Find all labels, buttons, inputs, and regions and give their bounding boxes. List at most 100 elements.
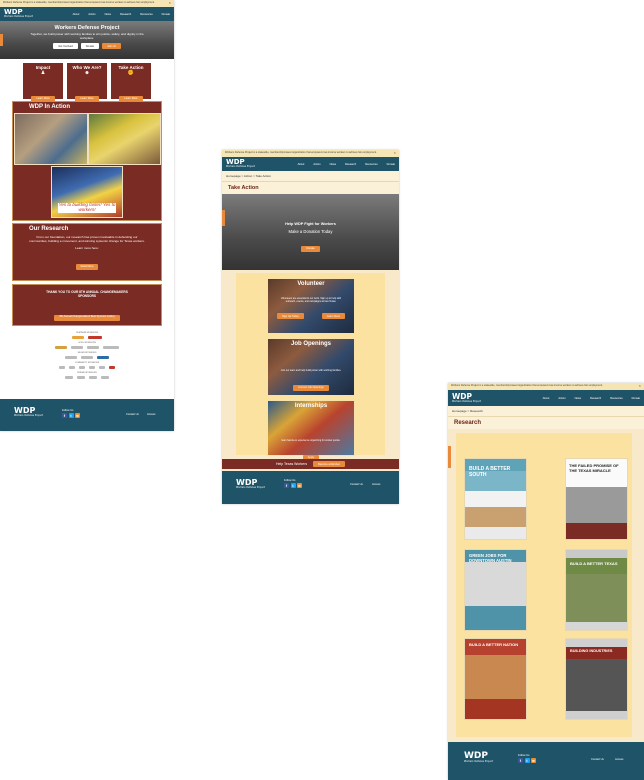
nav-item-action[interactable]: Action: [558, 397, 565, 400]
sponsors-button[interactable]: 8th Annual Changemakers Best Sponsor Lis…: [54, 314, 120, 321]
main-nav: WDP Workers Defense Project About Action Ne…: [222, 157, 399, 171]
nav-links: About Action News Research Resources Donate: [289, 163, 395, 166]
twitter-icon[interactable]: t: [524, 758, 530, 763]
report-build-a-better-texas[interactable]: BUILD A BETTER TEXAS: [565, 549, 628, 631]
nav-item-news[interactable]: News: [105, 13, 112, 16]
job-openings-button[interactable]: Current Job Openings: [293, 384, 329, 391]
footer-logo[interactable]: WDP Workers Defense Project: [464, 752, 493, 763]
hero-title: Workers Defense Project: [54, 25, 120, 31]
logo[interactable]: WDP Workers Defense Project: [226, 159, 255, 168]
page-title: Take Action: [222, 182, 399, 194]
feedback-tab[interactable]: [448, 446, 451, 468]
nav-item-donate[interactable]: Donate: [387, 163, 395, 166]
job-openings-card: Job Openings Join our team and help buil…: [267, 338, 355, 396]
photo-rally: [88, 113, 161, 165]
footer-contact-link[interactable]: Contact Us: [126, 413, 139, 416]
report-failed-promise-texas-miracle[interactable]: THE FAILED PROMISE OF THE TEXAS MIRACLE: [565, 458, 628, 540]
sign-text: Yes to building faster! Yes to workers!: [58, 202, 116, 213]
report-build-a-better-nation[interactable]: BUILD A BETTER NATION: [464, 638, 527, 720]
research-title: Our Research: [29, 226, 69, 232]
take-action-hero: Help WDP Fight for Workers Make a Donati…: [222, 194, 399, 270]
facebook-icon[interactable]: f: [62, 413, 67, 418]
hero-donate-button[interactable]: Donate: [301, 245, 320, 252]
report-green-jobs-downtown-austin[interactable]: GREEN JOBS FOR DOWNTOWN AUSTIN: [464, 549, 527, 631]
footer-access-link[interactable]: Access: [615, 758, 623, 761]
nav-item-resources[interactable]: Resources: [610, 397, 622, 400]
follow-label: Follow Us: [62, 409, 74, 412]
footer: WDP Workers Defense Project Follow Us f t…: [222, 471, 399, 504]
nav-item-donate[interactable]: Donate: [632, 397, 640, 400]
twitter-icon[interactable]: t: [68, 413, 74, 418]
nav-item-research[interactable]: Research: [345, 163, 356, 166]
close-icon[interactable]: ×: [169, 0, 171, 5]
main-nav: WDP Workers Defense Project About Action Ne…: [0, 7, 174, 21]
in-action-title: WDP In Action: [29, 104, 70, 110]
twitter-icon[interactable]: t: [290, 483, 296, 488]
notice-bar: Workers Defense Project is a statewide, …: [222, 150, 399, 157]
notice-bar: Workers Defense Project is a statewide, …: [0, 0, 174, 7]
page-title: Research: [448, 417, 644, 429]
nav-item-news[interactable]: News: [575, 397, 582, 400]
logo[interactable]: WDP Workers Defense Project: [4, 9, 33, 18]
member-banner: Help Texas Workers Become a Member: [222, 459, 399, 469]
home-feature-cards: Impact ♟ Learn More Who We Are? ☻ Learn …: [0, 63, 174, 102]
rss-icon[interactable]: ≋: [297, 483, 302, 488]
volunteer-card: Volunteer Volunteers are essential to ou…: [267, 278, 355, 334]
feedback-tab[interactable]: [222, 210, 225, 226]
card-impact: Impact ♟ Learn More: [23, 63, 63, 102]
research-read-button[interactable]: Read More: [75, 263, 99, 270]
nav-item-about[interactable]: About: [543, 397, 550, 400]
photo-protest: [14, 113, 88, 165]
hero-button-donate[interactable]: Donate: [80, 43, 100, 50]
hero-button-join[interactable]: Join Us: [102, 43, 121, 50]
nav-item-research[interactable]: Research: [120, 13, 131, 16]
nav-item-research[interactable]: Research: [590, 397, 601, 400]
footer-contact-link[interactable]: Contact Us: [591, 758, 604, 761]
research-section: Our Research From our foundation, our re…: [12, 223, 162, 281]
footer-access-link[interactable]: Access: [372, 483, 380, 486]
research-text: From our foundation, our research has pr…: [29, 235, 145, 244]
hero-line-1: Help WDP Fight for Workers: [285, 222, 336, 226]
nav-links: About Action News Research Resources Donate: [64, 13, 170, 16]
logo[interactable]: WDP Workers Defense Project: [452, 393, 481, 403]
facebook-icon[interactable]: f: [284, 483, 289, 488]
close-icon[interactable]: ×: [394, 150, 396, 155]
nav-item-about[interactable]: About: [298, 163, 305, 166]
nav-item-news[interactable]: News: [330, 163, 337, 166]
volunteer-signup-button[interactable]: Sign Up Today: [276, 313, 304, 320]
nav-item-about[interactable]: About: [73, 13, 80, 16]
home-hero: Workers Defense Project Together, we bui…: [0, 21, 174, 59]
feedback-tab[interactable]: [0, 34, 3, 46]
nav-item-action[interactable]: Action: [88, 13, 95, 16]
card-who-we-are: Who We Are? ☻ Learn More: [67, 63, 107, 102]
nav-item-resources[interactable]: Resources: [365, 163, 377, 166]
rss-icon[interactable]: ≋: [75, 413, 80, 418]
sponsors-banner: THANK YOU TO OUR 8TH ANNUAL CHANGEMAKERS…: [12, 284, 162, 326]
nav-item-resources[interactable]: Resources: [140, 13, 152, 16]
notice-bar: Workers Defense Project is a statewide, …: [448, 383, 644, 390]
close-icon[interactable]: ×: [639, 383, 641, 388]
rss-icon[interactable]: ≋: [531, 758, 536, 763]
breadcrumb: Homepage > Action > Take Action: [222, 171, 399, 182]
footer-logo[interactable]: WDP Workers Defense Project: [14, 407, 43, 417]
facebook-icon[interactable]: f: [518, 758, 523, 763]
research-more-label: Learn more here:: [75, 246, 99, 251]
take-action-page-screenshot: Workers Defense Project is a statewide, …: [222, 150, 399, 504]
footer: WDP Workers Defense Project Follow Us f t…: [448, 742, 644, 780]
volunteer-learn-button[interactable]: Learn More: [321, 313, 346, 320]
report-building-industries[interactable]: BUILDING INDUSTRIES: [565, 638, 628, 720]
nav-item-donate[interactable]: Donate: [162, 13, 170, 16]
internships-card: Internships Gain hands-on experience org…: [267, 400, 355, 461]
footer: WDP Workers Defense Project Follow Us f t…: [0, 399, 174, 431]
hero-button-get-involved[interactable]: Get Involved: [53, 43, 78, 50]
sponsor-logos: PLATINUM SPONSORS GOLD SPONSORS SILVER S…: [18, 330, 156, 396]
nav-item-action[interactable]: Action: [313, 163, 320, 166]
footer-contact-link[interactable]: Contact Us: [350, 483, 363, 486]
report-build-a-better-south[interactable]: BUILD A BETTER SOUTH: [464, 458, 527, 540]
footer-logo[interactable]: WDP Workers Defense Project: [236, 479, 265, 489]
home-page-screenshot: Workers Defense Project is a statewide, …: [0, 0, 174, 431]
footer-access-link[interactable]: Access: [147, 413, 155, 416]
become-member-button[interactable]: Become a Member: [313, 461, 346, 467]
main-nav: WDP Workers Defense Project About Action Ne…: [448, 390, 644, 406]
breadcrumb: Homepage > Research: [448, 406, 644, 417]
